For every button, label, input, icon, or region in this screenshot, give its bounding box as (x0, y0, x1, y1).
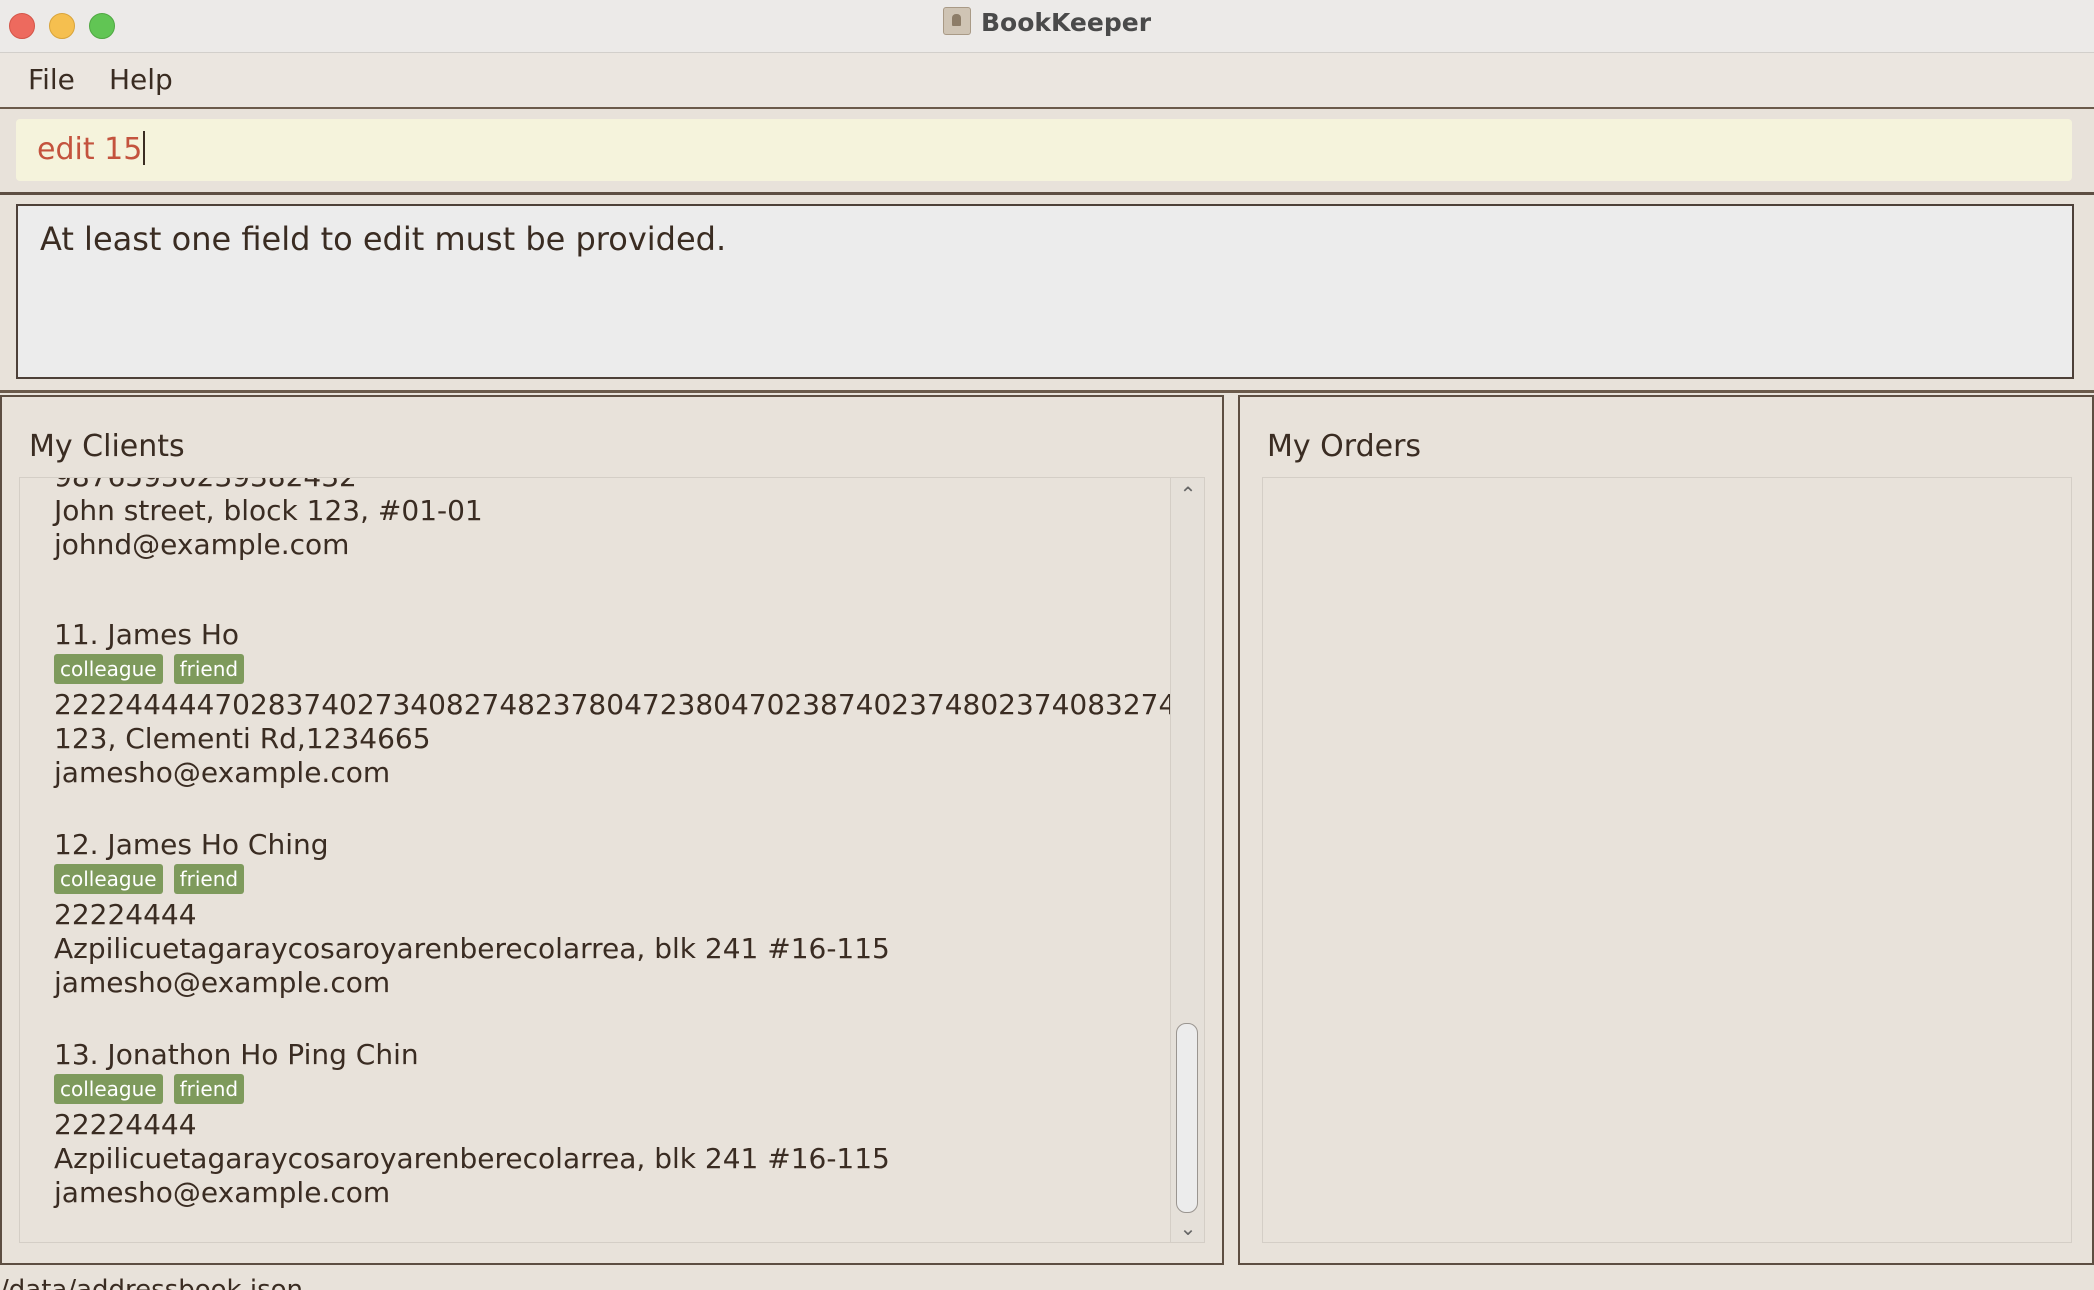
window-title-text: BookKeeper (980, 8, 1152, 37)
client-card[interactable]: 12. James Ho Ching colleague friend 22224… (20, 828, 1170, 1038)
scroll-down-arrow-icon[interactable]: ⌄ (1171, 1214, 1204, 1242)
orders-panel-title: My Orders (1267, 429, 1422, 464)
client-phone: 2222444447028374027340827482378047238047… (54, 688, 1170, 721)
client-name: 13. Jonathon Ho Ping Chin (54, 1038, 419, 1071)
command-area: edit 15 (0, 109, 2094, 195)
client-list-scrollbar[interactable]: ⌃ ⌄ (1170, 478, 1204, 1242)
client-email: jamesho@example.com (54, 1176, 391, 1209)
command-input[interactable]: edit 15 (16, 119, 2072, 181)
tag-badge: colleague (54, 864, 163, 894)
menu-bar: File Help (0, 53, 2094, 109)
client-card[interactable]: 13. Jonathon Ho Ping Chin colleague frien… (20, 1038, 1170, 1242)
client-address: 123, Clementi Rd,1234665 (54, 722, 431, 755)
client-list-content: 98765930239382432 John street, block 123… (20, 478, 1170, 1242)
tag-badge: colleague (54, 654, 163, 684)
client-address: Azpilicuetagaraycosaroyarenberecolarrea,… (54, 932, 890, 965)
result-display: At least one field to edit must be provi… (16, 204, 2074, 379)
scroll-thumb[interactable] (1176, 1023, 1198, 1213)
client-tags: colleague friend (54, 864, 1170, 898)
menu-help[interactable]: Help (109, 53, 173, 107)
client-phone: 22224444 (54, 898, 197, 931)
scroll-up-arrow-icon[interactable]: ⌃ (1171, 480, 1204, 508)
client-tags: colleague friend (54, 654, 1170, 688)
data-file-path: /data/addressbook.json (0, 1275, 304, 1290)
client-email: jamesho@example.com (54, 966, 391, 999)
client-list-viewport: 98765930239382432 John street, block 123… (20, 478, 1170, 1242)
client-email: johnd@example.com (54, 528, 350, 561)
divider (0, 390, 2094, 393)
order-list[interactable] (1262, 477, 2072, 1243)
title-bar: BookKeeper (0, 0, 2094, 53)
tag-badge: colleague (54, 1074, 163, 1104)
client-list[interactable]: 98765930239382432 John street, block 123… (19, 477, 1205, 1243)
clients-panel-title: My Clients (29, 429, 185, 464)
client-phone: 22224444 (54, 1108, 197, 1141)
tag-badge: friend (173, 654, 245, 684)
app-icon (942, 7, 971, 35)
tag-badge: friend (173, 864, 245, 894)
client-card[interactable]: 11. James Ho colleague friend 22224444470… (20, 618, 1170, 828)
command-text: edit 15 (37, 132, 143, 167)
client-card[interactable]: 98765930239382432 John street, block 123… (20, 478, 1170, 618)
client-address: John street, block 123, #01-01 (54, 494, 483, 527)
client-name: 11. James Ho (54, 618, 240, 651)
window-title: BookKeeper (0, 0, 2094, 46)
client-email: jamesho@example.com (54, 756, 391, 789)
client-name: 12. James Ho Ching (54, 828, 329, 861)
menu-file[interactable]: File (28, 53, 75, 107)
status-bar: /data/addressbook.json (0, 1266, 2094, 1290)
orders-panel: My Orders (1238, 395, 2094, 1265)
text-caret (143, 131, 146, 165)
result-message: At least one field to edit must be provi… (40, 220, 727, 258)
client-phone: 98765930239382432 (54, 478, 1170, 494)
tag-badge: friend (173, 1074, 245, 1104)
clients-panel: My Clients 98765930239382432 John street… (0, 395, 1224, 1265)
client-address: Azpilicuetagaraycosaroyarenberecolarrea,… (54, 1142, 890, 1175)
client-tags: colleague friend (54, 1074, 1170, 1108)
